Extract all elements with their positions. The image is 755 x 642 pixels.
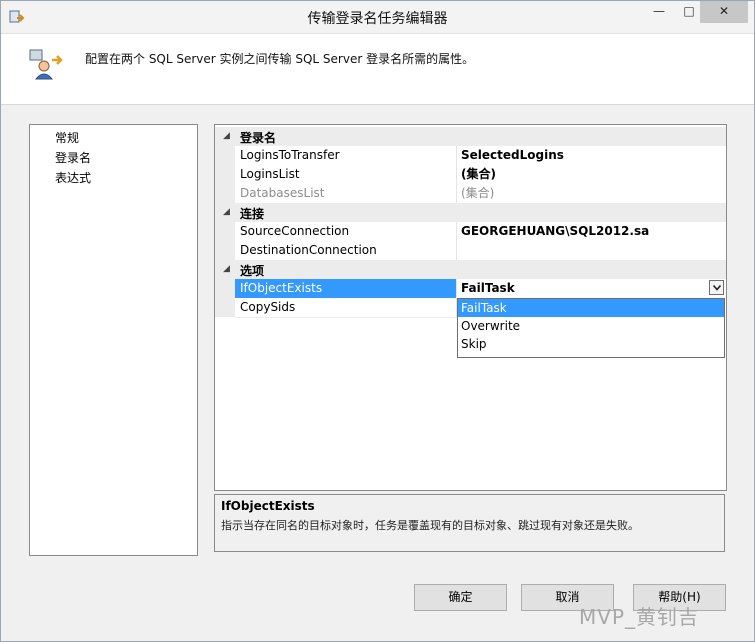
property-name: DatabasesList xyxy=(235,184,457,203)
property-name: IfObjectExists xyxy=(235,279,457,298)
close-button[interactable]: ✕ xyxy=(700,1,748,23)
property-name: CopySids xyxy=(235,298,457,317)
nav-item-general[interactable]: 常规 xyxy=(55,129,79,146)
header-description: 配置在两个 SQL Server 实例之间传输 SQL Server 登录名所需… xyxy=(85,52,475,66)
transfer-logins-icon xyxy=(29,49,63,80)
collapse-icon[interactable]: ◢ xyxy=(223,207,230,217)
property-row-source-connection[interactable]: SourceConnection GEORGEHUANG\SQL2012.sa xyxy=(215,222,726,242)
property-row-logins-to-transfer[interactable]: LoginsToTransfer SelectedLogins xyxy=(215,146,726,166)
ok-button[interactable]: 确定 xyxy=(414,584,507,611)
header-panel: 配置在两个 SQL Server 实例之间传输 SQL Server 登录名所需… xyxy=(1,34,754,105)
dropdown-button[interactable] xyxy=(709,280,724,295)
nav-item-logins[interactable]: 登录名 xyxy=(55,149,91,166)
property-value-combobox[interactable]: FailTask xyxy=(458,279,726,298)
description-text: 指示当存在同名的目标对象时，任务是覆盖现有的目标对象、跳过现有对象还是失败。 xyxy=(221,519,639,532)
dropdown-option-failtask[interactable]: FailTask xyxy=(458,299,724,317)
property-name: LoginsList xyxy=(235,165,457,184)
property-row-logins-list[interactable]: LoginsList (集合) xyxy=(215,165,726,185)
dropdown-option-skip[interactable]: Skip xyxy=(458,335,724,353)
combobox-value: FailTask xyxy=(461,281,515,295)
description-title: IfObjectExists xyxy=(221,499,315,513)
nav-item-expressions[interactable]: 表达式 xyxy=(55,169,91,186)
property-row-databases-list[interactable]: DatabasesList (集合) xyxy=(215,184,726,204)
property-name: LoginsToTransfer xyxy=(235,146,457,165)
title-bar: 传输登录名任务编辑器 — □ ✕ xyxy=(1,1,754,34)
dialog-window: 传输登录名任务编辑器 — □ ✕ 配置在两个 SQL Server 实例之间传输… xyxy=(0,0,755,642)
dropdown-option-overwrite[interactable]: Overwrite xyxy=(458,317,724,335)
property-name: DestinationConnection xyxy=(235,241,457,260)
property-description-panel: IfObjectExists 指示当存在同名的目标对象时，任务是覆盖现有的目标对… xyxy=(214,494,725,552)
property-grid: ◢ 登录名 LoginsToTransfer SelectedLogins Lo… xyxy=(214,124,727,491)
category-label: 连接 xyxy=(240,207,265,221)
property-row-if-object-exists[interactable]: IfObjectExists FailTask xyxy=(215,279,726,299)
category-label: 登录名 xyxy=(240,131,277,145)
page-nav: 常规 登录名 表达式 xyxy=(29,124,198,556)
property-value[interactable] xyxy=(458,241,726,260)
property-value[interactable]: SelectedLogins xyxy=(458,146,726,165)
property-name: SourceConnection xyxy=(235,222,457,241)
category-label: 选项 xyxy=(240,264,265,278)
property-row-destination-connection[interactable]: DestinationConnection xyxy=(215,241,726,261)
property-value: (集合) xyxy=(461,186,495,200)
category-options[interactable]: ◢ 选项 xyxy=(215,260,726,279)
property-value[interactable]: (集合) xyxy=(458,165,726,184)
if-object-exists-dropdown-list: FailTask Overwrite Skip xyxy=(457,298,725,358)
property-value[interactable]: GEORGEHUANG\SQL2012.sa xyxy=(458,222,726,241)
window-title: 传输登录名任务编辑器 xyxy=(307,11,448,27)
category-connections[interactable]: ◢ 连接 xyxy=(215,203,726,222)
category-logins[interactable]: ◢ 登录名 xyxy=(215,127,726,146)
watermark: MVP_黄钊吉 xyxy=(579,605,699,629)
minimize-button[interactable]: — xyxy=(644,1,674,23)
collapse-icon[interactable]: ◢ xyxy=(223,131,230,141)
chevron-down-icon xyxy=(713,285,721,291)
collapse-icon[interactable]: ◢ xyxy=(223,264,230,274)
